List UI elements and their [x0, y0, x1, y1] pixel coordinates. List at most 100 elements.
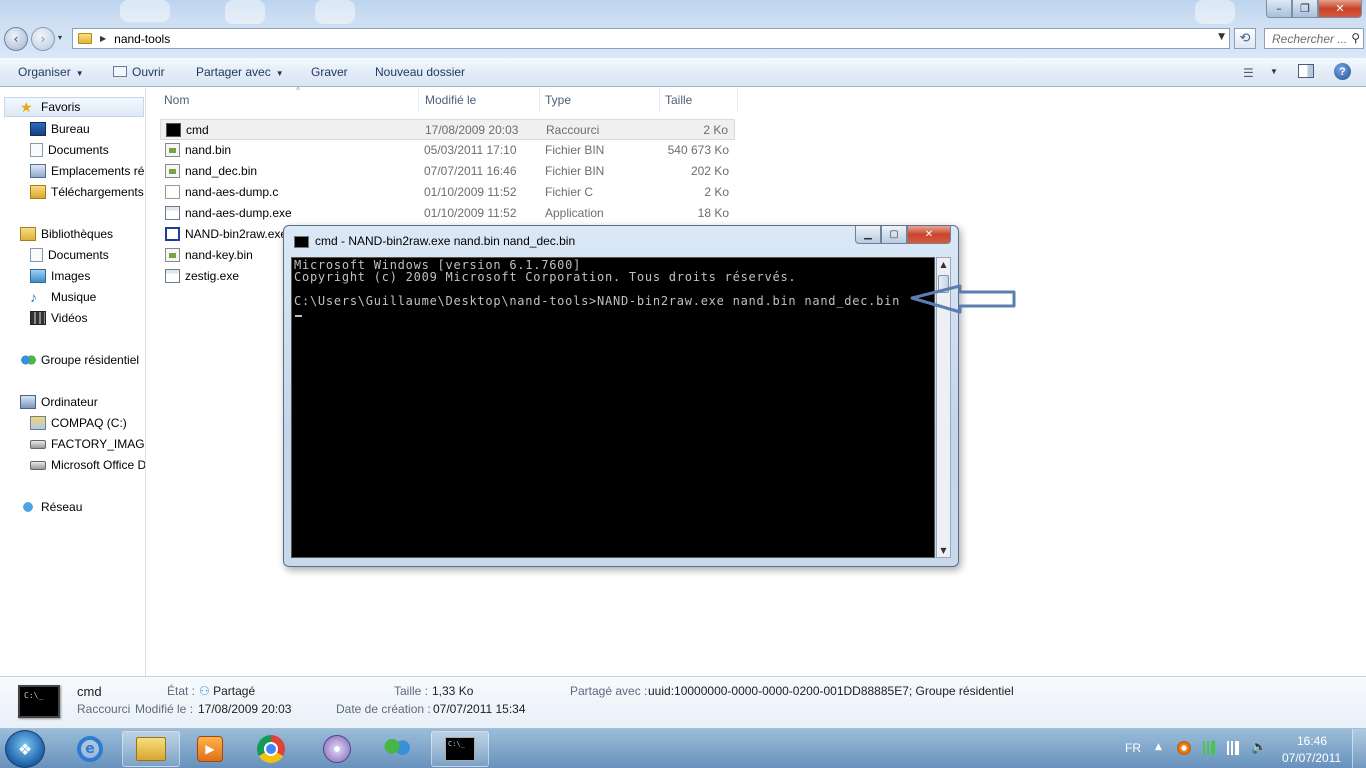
column-header-name[interactable]: Nom ^: [159, 86, 419, 112]
view-options-dropdown-icon[interactable]: ▼: [1270, 67, 1278, 76]
minimize-button[interactable]: –: [1266, 0, 1292, 18]
cmd-close-button[interactable]: ✕: [907, 226, 951, 244]
language-indicator[interactable]: FR: [1125, 741, 1141, 755]
sidebar-item-factory-image[interactable]: FACTORY_IMAGE: [30, 434, 145, 454]
sidebar-item-label: Bibliothèques: [41, 227, 114, 241]
file-row[interactable]: cmd 17/08/2009 20:03 Raccourci 2 Ko: [160, 119, 735, 140]
preview-pane-icon[interactable]: [1298, 64, 1314, 78]
sidebar-item-recent-places[interactable]: Emplacements ré: [30, 161, 144, 181]
file-name: nand.bin: [185, 143, 232, 157]
scroll-down-arrow-icon[interactable]: ▼: [937, 546, 950, 555]
drive-icon: [30, 460, 46, 470]
network-icon: [20, 500, 36, 514]
column-header-size[interactable]: Taille: [660, 88, 738, 112]
sidebar-item-lib-documents[interactable]: Documents: [30, 245, 109, 265]
details-modified-label: Modifié le :: [135, 702, 194, 716]
help-icon[interactable]: ?: [1334, 63, 1351, 80]
taskbar-dvd-maker[interactable]: [308, 731, 366, 767]
start-button[interactable]: ❖: [5, 730, 45, 768]
music-note-icon: ♪: [30, 289, 37, 305]
network-status-icon[interactable]: [1225, 741, 1239, 755]
taskbar-messenger[interactable]: [369, 731, 427, 767]
address-bar[interactable]: ▶ nand-tools ▼: [72, 28, 1230, 49]
file-row[interactable]: nand-aes-dump.exe 01/10/2009 11:52 Appli…: [160, 203, 735, 224]
search-icon[interactable]: ⚲: [1351, 31, 1360, 45]
antivirus-icon[interactable]: [1177, 741, 1191, 755]
file-type: Fichier BIN: [545, 164, 605, 178]
sidebar-item-favorites[interactable]: ★ Favoris: [4, 97, 144, 117]
new-folder-button[interactable]: Nouveau dossier: [375, 65, 465, 79]
maximize-button[interactable]: ❐: [1292, 0, 1318, 18]
back-button[interactable]: ‹: [4, 27, 28, 51]
show-hidden-icons-icon[interactable]: ▲: [1155, 742, 1162, 752]
burn-button[interactable]: Graver: [311, 65, 348, 79]
share-button[interactable]: Partager avec ▼: [196, 65, 284, 79]
breadcrumb-folder[interactable]: nand-tools: [114, 32, 170, 46]
sidebar-item-computer[interactable]: Ordinateur: [20, 392, 98, 412]
console-output[interactable]: Microsoft Windows [version 6.1.7600] Cop…: [291, 257, 935, 558]
taskbar-media-player[interactable]: ▶: [181, 731, 239, 767]
file-row[interactable]: nand_dec.bin 07/07/2011 16:46 Fichier BI…: [160, 161, 735, 182]
column-header-date[interactable]: Modifié le: [420, 88, 540, 112]
file-size: 540 673 Ko: [667, 143, 729, 157]
file-date: 01/10/2009 11:52: [424, 185, 517, 199]
column-header-type[interactable]: Type: [540, 88, 660, 112]
window-controls: – ❐ ✕: [1266, 0, 1362, 18]
column-size-label: Taille: [665, 93, 693, 107]
search-input[interactable]: Rechercher ... ⚲: [1264, 28, 1364, 49]
libraries-icon: [20, 227, 36, 241]
volume-icon[interactable]: 🔈: [1251, 741, 1267, 755]
sidebar-item-homegroup[interactable]: Groupe résidentiel: [20, 350, 139, 370]
address-dropdown-icon[interactable]: ▼: [1218, 32, 1225, 42]
sidebar-item-desktop[interactable]: Bureau: [30, 119, 90, 139]
sidebar-item-network[interactable]: Réseau: [20, 497, 82, 517]
sidebar-item-label: Téléchargements: [51, 185, 144, 199]
signal-icon[interactable]: [1201, 741, 1215, 755]
clock-time[interactable]: 16:46: [1297, 734, 1327, 748]
breadcrumb-chevron-icon[interactable]: ▶: [100, 34, 106, 43]
taskbar-windows-explorer[interactable]: [122, 731, 180, 767]
sidebar-item-videos[interactable]: Vidéos: [30, 308, 87, 328]
details-size-label: Taille :: [394, 684, 429, 698]
close-button[interactable]: ✕: [1318, 0, 1362, 18]
refresh-button[interactable]: ⟲: [1234, 28, 1256, 49]
sidebar-item-downloads[interactable]: Téléchargements: [30, 182, 144, 202]
recent-pages-dropdown[interactable]: ▾: [58, 33, 62, 42]
organize-button[interactable]: Organiser ▼: [18, 65, 84, 79]
details-size-value: 1,33 Ko: [432, 684, 474, 698]
cmd-minimize-button[interactable]: ▁: [855, 226, 881, 244]
cmd-window[interactable]: cmd - NAND-bin2raw.exe nand.bin nand_dec…: [283, 225, 959, 567]
open-button[interactable]: Ouvrir: [113, 65, 165, 79]
taskbar-chrome[interactable]: [242, 731, 300, 767]
console-text: Microsoft Windows [version 6.1.7600] Cop…: [294, 258, 901, 308]
c-file-icon: [165, 185, 180, 199]
sidebar-item-libraries[interactable]: Bibliothèques: [20, 224, 113, 244]
sidebar-item-music[interactable]: ♪ Musique: [30, 287, 96, 307]
change-view-icon[interactable]: ☰: [1243, 66, 1254, 80]
file-row[interactable]: nand-aes-dump.c 01/10/2009 11:52 Fichier…: [160, 182, 735, 203]
scroll-up-arrow-icon[interactable]: ▲: [937, 260, 950, 269]
clock-date[interactable]: 07/07/2011: [1282, 751, 1341, 765]
taskbar-internet-explorer[interactable]: e: [61, 731, 119, 767]
disc-icon: [323, 735, 351, 763]
forward-button[interactable]: ›: [31, 27, 55, 51]
show-desktop-button[interactable]: [1352, 729, 1366, 768]
sidebar-item-documents[interactable]: Documents: [30, 140, 109, 160]
details-shared-label: Partagé avec :: [570, 684, 648, 698]
documents-icon: [30, 248, 43, 262]
sidebar-item-drive-c[interactable]: COMPAQ (C:): [30, 413, 127, 433]
cmd-icon: [166, 123, 181, 137]
computer-icon: [20, 395, 36, 409]
cmd-maximize-button[interactable]: ▢: [881, 226, 907, 244]
homegroup-icon: [20, 353, 36, 367]
details-state-value: ⚇ Partagé: [199, 684, 255, 698]
sidebar-item-office-drive[interactable]: Microsoft Office D: [30, 455, 145, 475]
sidebar-item-images[interactable]: Images: [30, 266, 90, 286]
sidebar-favorites-label: Favoris: [41, 100, 81, 114]
cmd-thumbnail-icon: C:\_: [18, 685, 60, 718]
taskbar-cmd[interactable]: C:\_: [431, 731, 489, 767]
cmd-window-controls: ▁ ▢ ✕: [855, 226, 951, 244]
file-name: nand_dec.bin: [185, 164, 258, 178]
file-row[interactable]: nand.bin 05/03/2011 17:10 Fichier BIN 54…: [160, 140, 735, 161]
film-icon: [30, 311, 46, 325]
